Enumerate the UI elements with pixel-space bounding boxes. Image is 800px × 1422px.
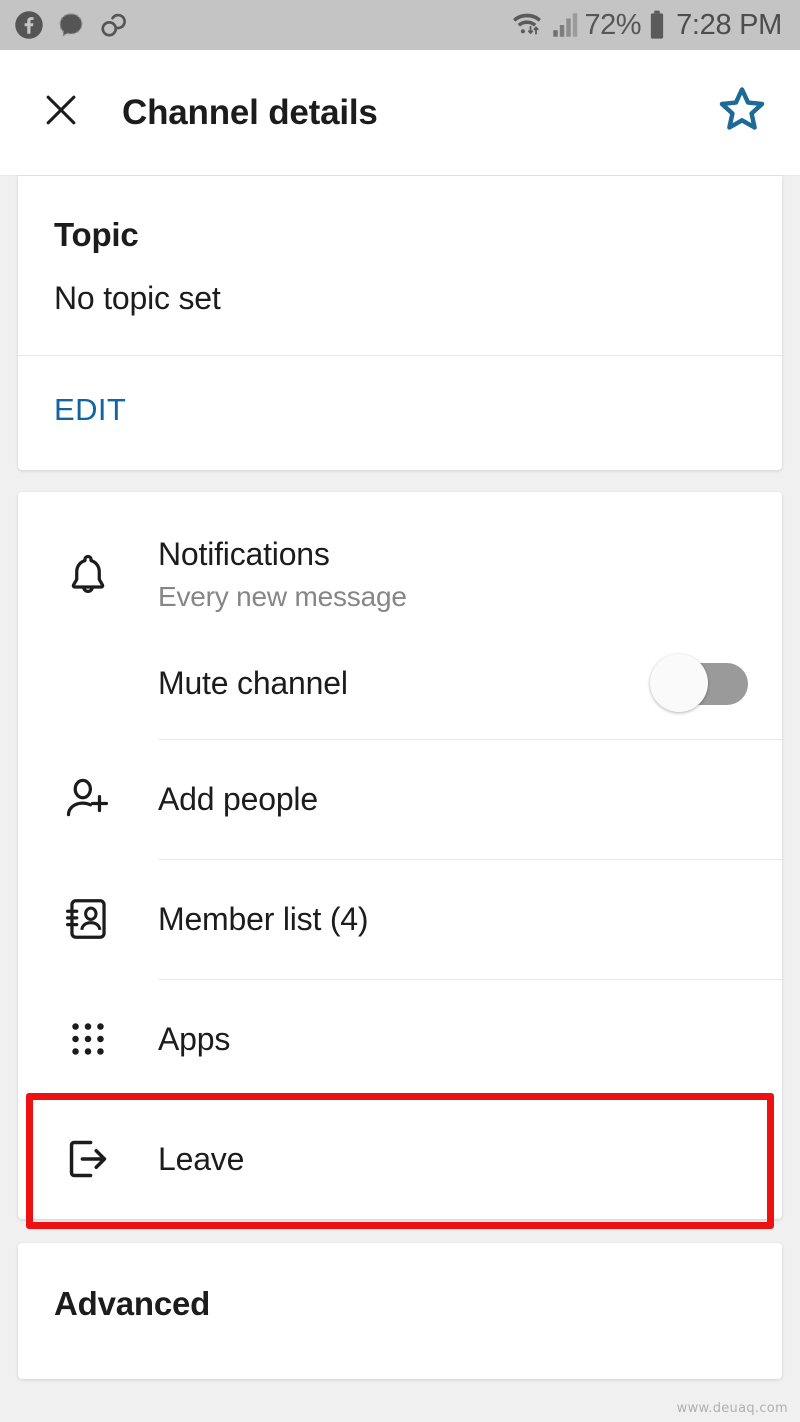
leave-label: Leave	[158, 1141, 244, 1178]
contact-card-icon	[18, 893, 158, 945]
topic-card: Topic No topic set EDIT	[18, 176, 782, 470]
add-people-label: Add people	[158, 781, 318, 818]
battery-icon	[648, 10, 666, 40]
facebook-icon	[14, 10, 44, 40]
close-x-icon	[39, 88, 83, 137]
notifications-row[interactable]: Notifications Every new message	[158, 492, 782, 627]
battery-percent-label: 72%	[585, 11, 642, 40]
rings-icon	[98, 10, 128, 40]
advanced-body: Advanced	[18, 1243, 782, 1379]
wifi-data-icon	[509, 10, 545, 40]
leave-row[interactable]: Leave	[18, 1099, 782, 1219]
messenger-chat-icon	[56, 10, 86, 40]
edit-topic-link[interactable]: EDIT	[54, 392, 126, 427]
status-bar-notification-icons	[14, 10, 128, 40]
notifications-block: Notifications Every new message Mute cha…	[18, 492, 782, 739]
status-bar-system-icons: 72% 7:28 PM	[509, 10, 782, 40]
add-person-icon	[18, 773, 158, 825]
apps-label: Apps	[158, 1021, 230, 1058]
advanced-heading: Advanced	[54, 1285, 746, 1323]
toggle-thumb	[650, 654, 708, 712]
bell-icon	[18, 492, 158, 602]
topic-value: No topic set	[54, 280, 746, 317]
notifications-subtitle: Every new message	[158, 581, 782, 613]
favorite-star-button[interactable]	[714, 82, 770, 143]
topic-heading: Topic	[54, 216, 746, 254]
close-button[interactable]	[38, 90, 84, 136]
mute-channel-label: Mute channel	[158, 665, 650, 702]
apps-row[interactable]: Apps	[18, 979, 782, 1099]
topic-edit-row[interactable]: EDIT	[18, 356, 782, 470]
add-people-row[interactable]: Add people	[18, 739, 782, 859]
app-bar: Channel details	[0, 50, 800, 176]
channel-actions-card: Notifications Every new message Mute cha…	[18, 492, 782, 1219]
exit-arrow-icon	[18, 1133, 158, 1185]
cellular-signal-icon	[552, 11, 578, 39]
status-bar: 72% 7:28 PM	[0, 0, 800, 50]
apps-grid-icon	[18, 1016, 158, 1062]
topic-body: Topic No topic set	[18, 216, 782, 355]
advanced-card: Advanced	[18, 1243, 782, 1379]
status-bar-clock: 7:28 PM	[676, 11, 782, 40]
leave-row-wrapper: Leave	[18, 1099, 782, 1219]
member-list-label: Member list (4)	[158, 901, 368, 938]
notifications-label: Notifications	[158, 536, 782, 573]
mute-channel-row[interactable]: Mute channel	[158, 627, 782, 739]
watermark: www.deuaq.com	[677, 1401, 788, 1416]
member-list-row[interactable]: Member list (4)	[18, 859, 782, 979]
star-outline-icon	[714, 125, 770, 142]
page-title: Channel details	[122, 93, 378, 133]
mute-channel-toggle[interactable]	[650, 654, 750, 712]
phone-screen: 72% 7:28 PM Channel details	[0, 0, 800, 1422]
